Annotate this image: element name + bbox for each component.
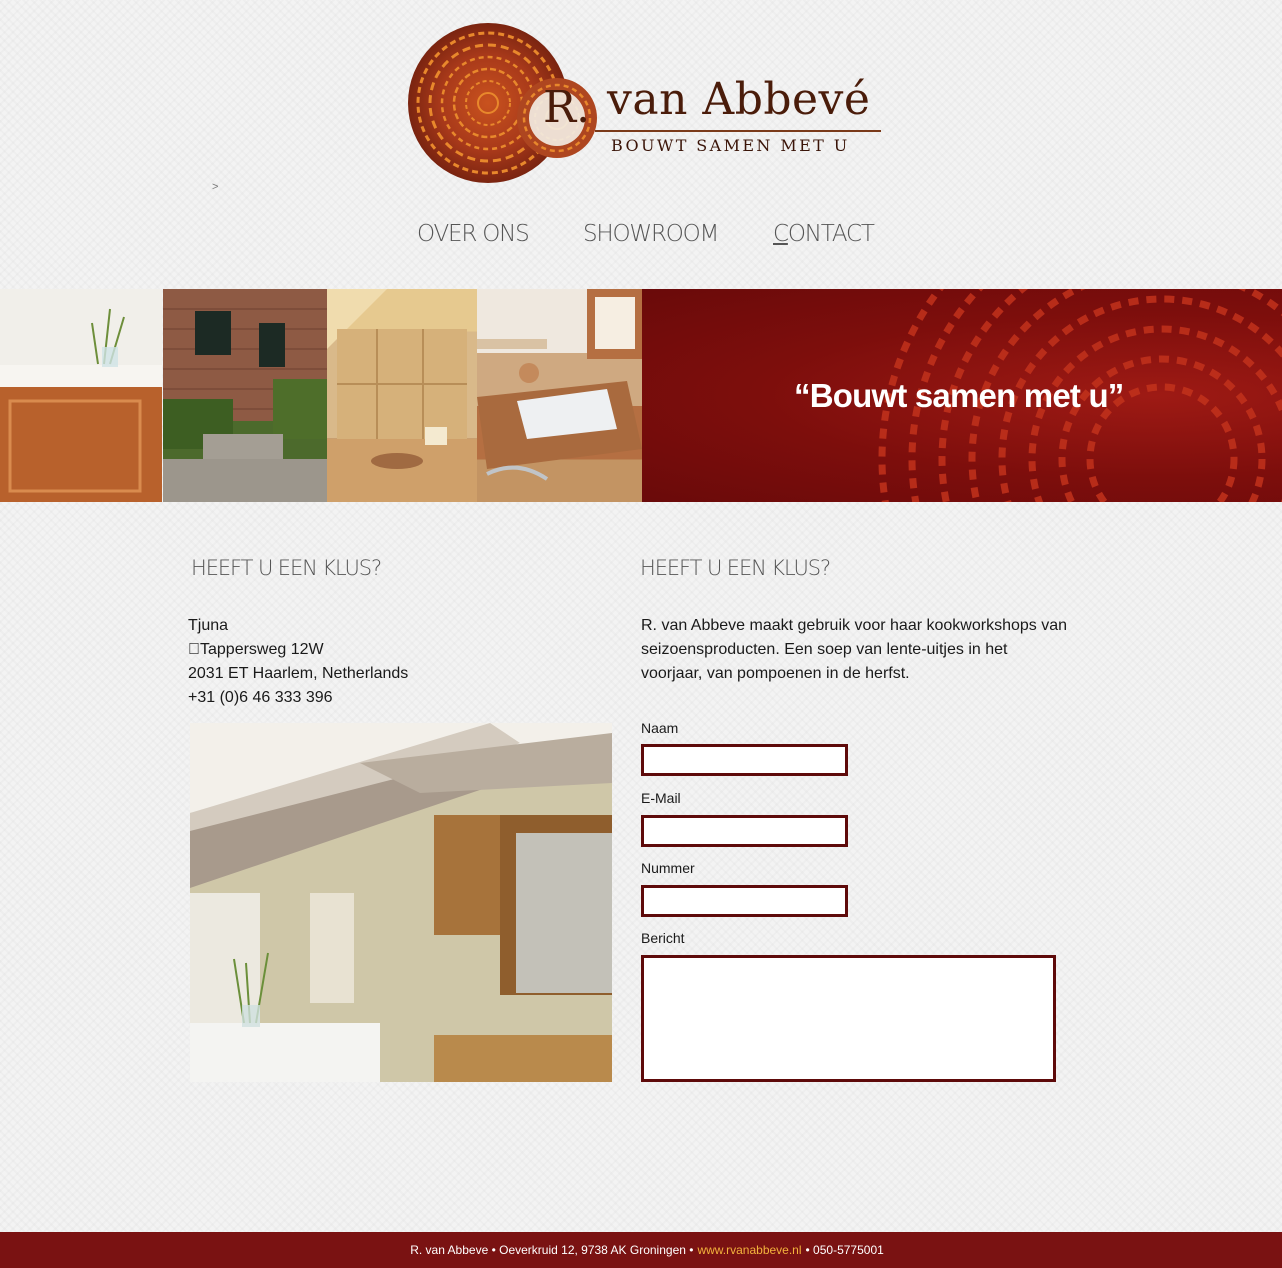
- logo-tagline: BOUWT SAMEN MET U: [611, 136, 850, 155]
- logo-name: van Abbevé: [607, 74, 871, 125]
- name-field[interactable]: [641, 744, 848, 776]
- address-city: 2031 ET Haarlem, Netherlands: [188, 665, 409, 682]
- banner-photo-desk: [477, 289, 642, 502]
- main-nav: OVER ONS SHOWROOM CONTACT: [0, 221, 1282, 253]
- footer-website-link[interactable]: www.rvanabbeve.nl: [697, 1243, 801, 1257]
- contact-heading-right: HEEFT U EEN KLUS?: [640, 556, 831, 580]
- number-label: Nummer: [641, 860, 695, 876]
- contact-heading-left: HEEFT U EEN KLUS?: [191, 556, 382, 580]
- banner-quote: “Bouwt samen met u”: [794, 377, 1124, 414]
- banner-photo-bathtub: [0, 289, 162, 502]
- footer-address: R. van Abbeve • Oeverkruid 12, 9738 AK G…: [410, 1243, 694, 1257]
- intro-text: R. van Abbeve maakt gebruik voor haar ko…: [641, 617, 1068, 682]
- nav-item-showroom[interactable]: SHOWROOM: [583, 221, 719, 247]
- footer: R. van Abbeve • Oeverkruid 12, 9738 AK G…: [0, 1232, 1282, 1268]
- breadcrumb-separator: >: [212, 181, 219, 193]
- nav-item-over-ons[interactable]: OVER ONS: [417, 221, 530, 247]
- email-label: E-Mail: [641, 790, 681, 806]
- email-field[interactable]: [641, 815, 848, 847]
- logo-underline: [595, 130, 881, 132]
- message-label: Bericht: [641, 930, 685, 946]
- hero-banner: “Bouwt samen met u”: [0, 289, 1282, 502]
- banner-quote-panel: “Bouwt samen met u”: [642, 289, 1282, 502]
- footer-phone: • 050-5775001: [805, 1243, 884, 1257]
- logo-initial: R.: [543, 82, 591, 133]
- address-phone: +31 (0)6 46 333 396: [188, 689, 333, 706]
- number-field[interactable]: [641, 885, 848, 917]
- banner-photo-house: [163, 289, 327, 502]
- bathroom-photo: [190, 723, 612, 1082]
- banner-photo-attic: [327, 289, 477, 502]
- message-field[interactable]: [641, 955, 1056, 1082]
- nav-item-contact[interactable]: CONTACT: [773, 221, 875, 247]
- address-street: ￾Tappersweg 12W: [188, 641, 324, 658]
- address-company: Tjuna: [188, 617, 229, 634]
- site-logo[interactable]: R. van Abbevé BOUWT SAMEN MET U: [405, 20, 885, 192]
- contact-address: Tjuna ￾Tappersweg 12W 2031 ET Haarlem, N…: [188, 614, 408, 710]
- name-label: Naam: [641, 720, 679, 736]
